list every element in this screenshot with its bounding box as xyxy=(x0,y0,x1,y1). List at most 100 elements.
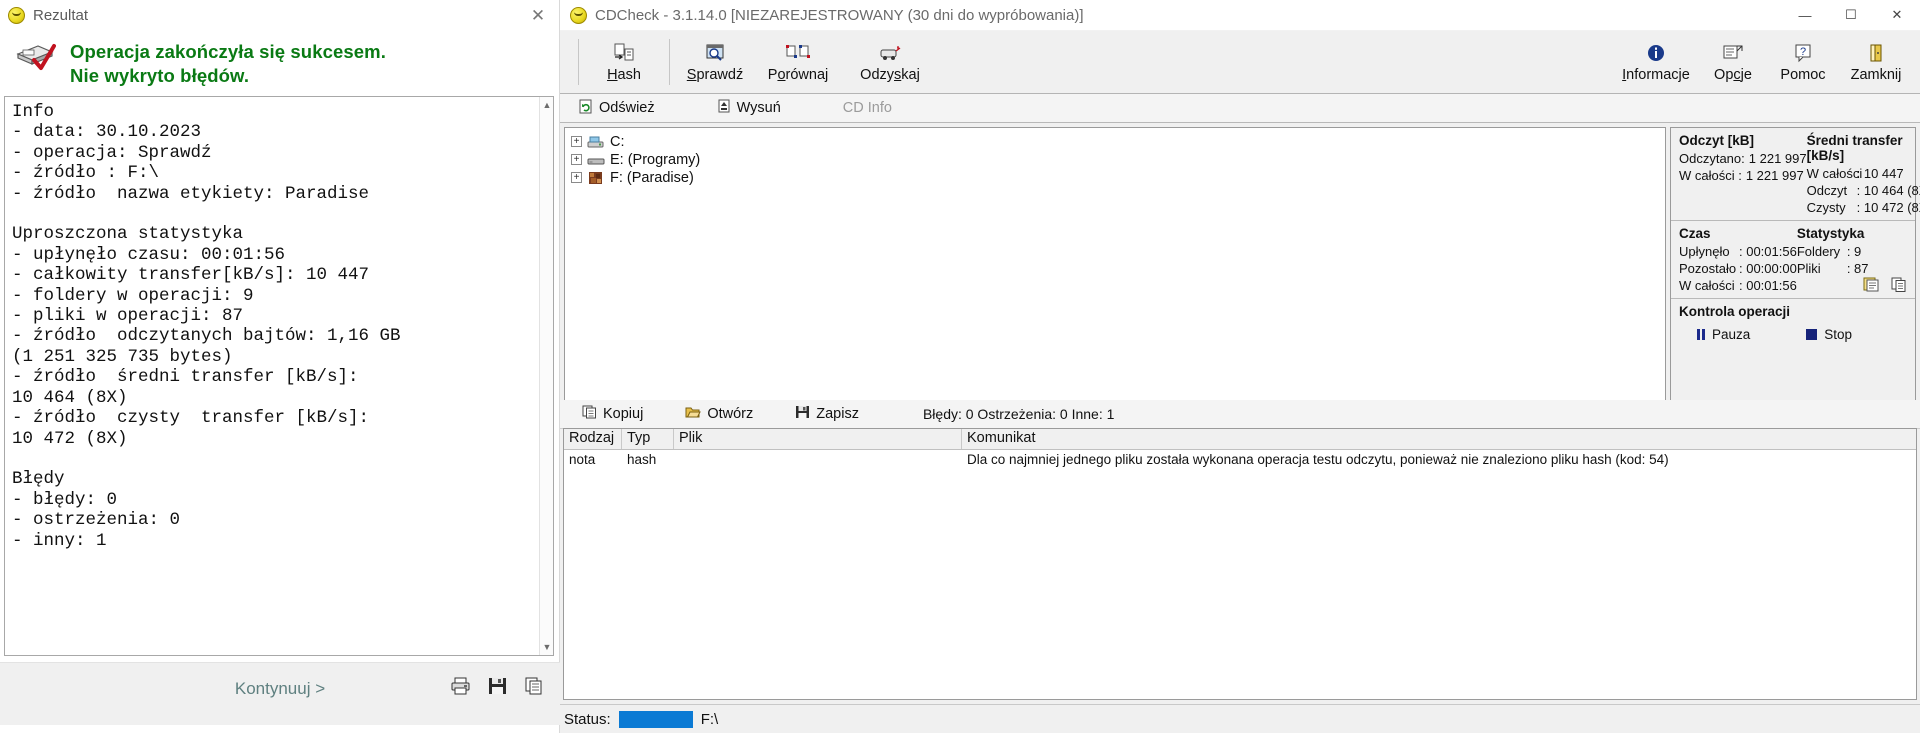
tree-node-c[interactable]: + C: xyxy=(571,133,1665,150)
tree-node-f[interactable]: + F: (Paradise) xyxy=(571,169,1665,186)
refresh-button[interactable]: Odśwież xyxy=(578,99,655,118)
expander-icon[interactable]: + xyxy=(571,154,582,165)
read-row-0-value: 1 221 997 xyxy=(1748,151,1807,166)
cell-komunikat: Dla co najmniej jednego pliku została wy… xyxy=(967,452,1669,467)
toolbar-help-label: Pomoc xyxy=(1780,66,1826,83)
transfer-column: Średni transfer [kB/s] W całości : 10 44… xyxy=(1807,133,1920,216)
statistics-panel: Odczyt [kB] Odczytano: 1 221 997 W całoś… xyxy=(1670,127,1920,427)
print-icon[interactable] xyxy=(451,677,470,695)
log-table[interactable]: Rodzaj Typ Plik Komunikat nota hash Dla … xyxy=(563,428,1917,700)
log-save-label: Zapisz xyxy=(816,406,859,422)
log-panel: Kopiuj Otwórz Zapisz Błędy: 0 Ostrzeżeni… xyxy=(560,400,1920,705)
result-log-scrollbar[interactable]: ▲ ▼ xyxy=(539,97,553,655)
read-row-1: W całości : 1 221 997 xyxy=(1679,167,1807,184)
middle-area: + C: + E: (Programy) + F: (Paradise) Odc… xyxy=(560,123,1920,433)
toolbar-help-button[interactable]: ? Pomoc xyxy=(1768,31,1838,93)
time-row-0-value: : 00:01:56 xyxy=(1739,244,1797,259)
cdinfo-button: CD Info xyxy=(843,100,892,116)
progress-bar xyxy=(618,710,693,728)
statistics-header: Statystyka xyxy=(1796,226,1865,241)
toolbar-hash-label: Hash xyxy=(607,66,641,83)
cdcheck-window-title: CDCheck - 3.1.14.0 [NIEZAREJESTROWANY (3… xyxy=(595,6,1084,24)
transfer-row-1-value: : 10 464 (8X) xyxy=(1856,183,1920,198)
save-icon[interactable] xyxy=(488,677,507,695)
tree-node-e[interactable]: + E: (Programy) xyxy=(571,151,1665,168)
close-button[interactable]: ✕ xyxy=(1874,0,1920,30)
time-row-1-value: : 00:00:00 xyxy=(1739,261,1797,276)
copy-icon[interactable] xyxy=(525,677,544,695)
statistics-row-0-value: : 9 xyxy=(1846,244,1862,259)
toolbar-check-button[interactable]: Sprawdź xyxy=(678,31,752,93)
maximize-button[interactable]: ☐ xyxy=(1828,0,1874,30)
toolbar-hash-button[interactable]: Hash xyxy=(587,31,661,93)
eject-button[interactable]: Wysuń xyxy=(717,99,781,118)
app-logo-icon xyxy=(570,6,587,24)
status-bar: Status: F:\ xyxy=(560,704,1920,733)
toolbar-separator-1 xyxy=(669,39,670,85)
expander-icon[interactable]: + xyxy=(571,136,582,147)
status-path: F:\ xyxy=(700,710,719,728)
toolbar-options-label: Opcje xyxy=(1714,66,1752,83)
time-row-2: W całości : 00:01:56 xyxy=(1679,277,1797,294)
info-icon xyxy=(1646,42,1666,64)
toolbar-compare-button[interactable]: Porównaj xyxy=(752,31,844,93)
toolbar-info-button[interactable]: Informacje xyxy=(1614,31,1698,93)
scroll-down-icon[interactable]: ▼ xyxy=(540,640,553,654)
minimize-button[interactable]: — xyxy=(1782,0,1828,30)
read-row-1-key: W całości : xyxy=(1679,168,1742,183)
result-footer: Kontynuuj > xyxy=(0,662,560,725)
secondary-toolbar: Odśwież Wysuń CD Info xyxy=(560,94,1920,123)
success-line-2: Nie wykryto błędów. xyxy=(70,65,250,86)
drive-icon xyxy=(587,153,605,167)
close-icon[interactable]: ✕ xyxy=(527,4,549,26)
save-icon xyxy=(795,405,810,423)
toolbar-info-label: Informacje xyxy=(1622,66,1690,83)
main-toolbar: Hash Sprawdź Porównaj Odzyskaj Informacj… xyxy=(560,31,1920,94)
transfer-row-2: Czysty : 10 472 (8X) xyxy=(1807,199,1920,216)
statistics-row-0: Foldery : 9 xyxy=(1797,243,1907,260)
scroll-up-icon[interactable]: ▲ xyxy=(540,98,553,112)
log-open-button[interactable]: Otwórz xyxy=(685,405,753,423)
column-header-rodzaj[interactable]: Rodzaj xyxy=(564,429,622,449)
toolbar-options-button[interactable]: Opcje xyxy=(1698,31,1768,93)
column-header-plik[interactable]: Plik xyxy=(674,429,962,449)
toolbar-recover-label: Odzyskaj xyxy=(860,66,920,83)
statistics-row-0-key: Foldery xyxy=(1796,244,1841,259)
expander-icon[interactable]: + xyxy=(571,172,582,183)
result-log-text: Info - data: 30.10.2023 - operacja: Spra… xyxy=(12,102,401,551)
transfer-row-1-key: Odczyt xyxy=(1806,183,1848,198)
control-header: Kontrola operacji xyxy=(1679,304,1791,319)
cd-icon xyxy=(587,171,605,185)
tree-node-c-label: C: xyxy=(610,133,625,150)
exit-door-icon xyxy=(1866,42,1886,64)
stop-button[interactable]: Stop xyxy=(1806,327,1852,342)
time-row-1-key: Pozostało xyxy=(1679,261,1737,276)
log-save-button[interactable]: Zapisz xyxy=(795,405,859,423)
cell-rodzaj: nota xyxy=(569,452,596,467)
read-header: Odczyt [kB] xyxy=(1679,133,1755,148)
column-header-komunikat[interactable]: Komunikat xyxy=(962,429,1916,449)
smiley-icon xyxy=(8,6,25,24)
toolbar-close-label: Zamknij xyxy=(1850,66,1902,83)
check-magnifier-icon xyxy=(704,42,726,64)
eject-label: Wysuń xyxy=(736,100,781,116)
log-copy-button[interactable]: Kopiuj xyxy=(582,405,643,423)
hash-icon xyxy=(613,42,635,64)
copy-stats-icon[interactable] xyxy=(1891,277,1907,295)
transfer-row-0-key: W całości xyxy=(1806,166,1863,181)
refresh-icon xyxy=(578,99,593,118)
report-icon[interactable] xyxy=(1863,277,1879,295)
toolbar-recover-button[interactable]: Odzyskaj xyxy=(844,31,936,93)
success-line-1: Operacja zakończyła się sukcesem. xyxy=(70,41,386,62)
time-row-0-key: Upłynęło xyxy=(1679,244,1730,259)
cdcheck-titlebar: CDCheck - 3.1.14.0 [NIEZAREJESTROWANY (3… xyxy=(560,0,1920,31)
result-window-title: Rezultat xyxy=(33,6,89,24)
drive-tree[interactable]: + C: + E: (Programy) + F: (Paradise) xyxy=(564,127,1666,427)
column-header-typ[interactable]: Typ xyxy=(622,429,674,449)
table-row[interactable]: nota hash Dla co najmniej jednego pliku … xyxy=(564,450,1916,470)
transfer-row-1: Odczyt : 10 464 (8X) xyxy=(1807,182,1920,199)
eject-icon xyxy=(717,99,731,118)
toolbar-close-button[interactable]: Zamknij xyxy=(1838,31,1914,93)
pause-button[interactable]: Pauza xyxy=(1697,327,1750,342)
result-titlebar: Rezultat ✕ xyxy=(0,0,559,30)
